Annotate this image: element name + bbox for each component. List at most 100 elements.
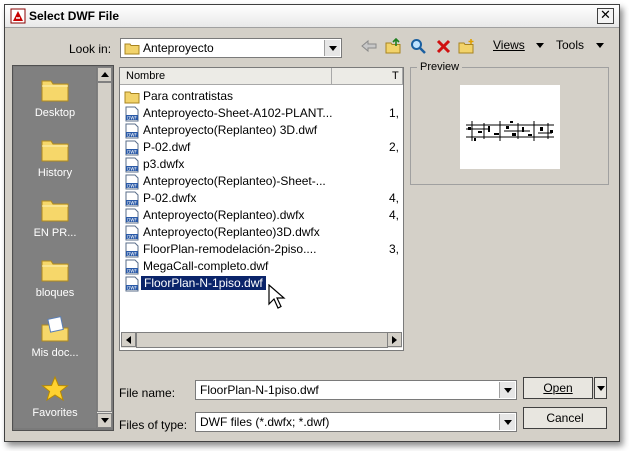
file-name: FloorPlan-remodelación-2piso.... <box>143 242 317 256</box>
look-in-label: Look in: <box>69 42 112 56</box>
file-name-input[interactable]: FloorPlan-N-1piso.dwf <box>195 380 517 400</box>
scroll-up-button[interactable] <box>97 67 112 82</box>
file-row[interactable]: DWF Anteproyecto(Replanteo).dwfx 4, <box>124 207 399 224</box>
close-button[interactable]: ✕ <box>597 8 614 24</box>
places-list: Desktop History EN PR... bloques Mis doc… <box>14 67 96 428</box>
place-mis-documentos[interactable]: Mis doc... <box>14 309 96 367</box>
dwf-file-icon: DWF <box>125 140 139 156</box>
tools-chevron-down-icon[interactable] <box>596 43 604 48</box>
place-label: Favorites <box>32 407 78 419</box>
place-bloques[interactable]: bloques <box>14 249 96 307</box>
select-dwf-dialog: Select DWF File ✕ Look in: Anteproyecto … <box>4 4 620 442</box>
file-name: Anteproyecto(Replanteo) 3D.dwf <box>143 123 318 137</box>
svg-text:DWF: DWF <box>127 166 137 171</box>
preview-label: Preview <box>417 61 463 73</box>
scroll-down-button[interactable] <box>97 413 112 428</box>
cancel-button[interactable]: Cancel <box>523 407 607 429</box>
svg-text:DWF: DWF <box>127 149 137 154</box>
look-in-dropdown[interactable]: Anteproyecto <box>120 38 342 58</box>
back-button[interactable] <box>360 37 378 55</box>
views-chevron-down-icon[interactable] <box>536 43 544 48</box>
scroll-thumb[interactable] <box>97 82 112 412</box>
place-desktop[interactable]: Desktop <box>14 69 96 127</box>
chevron-down-icon <box>328 45 337 51</box>
folder-row[interactable]: Para contratistas <box>124 88 394 105</box>
folder-icon <box>124 91 140 104</box>
window-title: Select DWF File <box>29 9 120 23</box>
file-type-dropdown[interactable]: DWF files (*.dwfx; *.dwf) <box>195 412 517 432</box>
file-row[interactable]: DWF Anteproyecto(Replanteo)3D.dwfx <box>124 224 394 241</box>
file-name-arrow[interactable] <box>499 382 515 398</box>
column-header-name[interactable]: Nombre <box>120 68 332 85</box>
place-label: EN PR... <box>33 227 77 239</box>
svg-text:DWF: DWF <box>127 285 137 290</box>
new-folder-icon <box>458 39 474 54</box>
file-type-arrow[interactable] <box>499 414 515 430</box>
floorplan-preview-image <box>466 121 554 141</box>
file-list-hscrollbar[interactable] <box>121 332 402 348</box>
tools-menu[interactable]: Tools <box>556 38 584 52</box>
scroll-right-button[interactable] <box>387 332 402 347</box>
dwf-file-icon: DWF <box>125 157 139 173</box>
file-row[interactable]: DWF Anteproyecto(Replanteo) 3D.dwf <box>124 122 394 139</box>
file-row[interactable]: DWF MegaCall-completo.dwf <box>124 258 394 275</box>
history-folder-icon <box>41 140 69 162</box>
open-options-button[interactable] <box>594 377 607 399</box>
new-folder-button[interactable] <box>458 37 476 55</box>
file-name-label: File name: <box>119 386 176 400</box>
file-row[interactable]: DWF FloorPlan-remodelación-2piso.... 3, <box>124 241 399 258</box>
up-folder-button[interactable] <box>385 37 403 55</box>
chevron-left-icon <box>126 335 131 344</box>
file-size: 3, <box>389 242 400 256</box>
delete-button[interactable] <box>434 37 452 55</box>
places-scrollbar[interactable] <box>97 67 112 428</box>
search-web-button[interactable] <box>409 37 427 55</box>
scroll-left-button[interactable] <box>121 332 136 347</box>
place-label: bloques <box>35 287 75 299</box>
file-row[interactable]: DWF Anteproyecto(Replanteo)-Sheet-... <box>124 173 394 190</box>
chevron-up-icon <box>100 72 109 77</box>
file-row[interactable]: DWF P-02.dwf 2, <box>124 139 399 156</box>
file-name-value: FloorPlan-N-1piso.dwf <box>200 383 319 397</box>
open-button[interactable]: Open <box>523 377 593 399</box>
look-in-arrow[interactable] <box>324 40 340 56</box>
preview-thumbnail <box>460 85 560 169</box>
hscroll-thumb[interactable] <box>136 332 388 348</box>
file-row[interactable]: DWF FloorPlan-N-1piso.dwf <box>124 275 394 292</box>
chevron-down-icon <box>503 387 512 393</box>
file-row[interactable]: DWF P-02.dwfx 4, <box>124 190 399 207</box>
favorites-star-icon <box>41 375 69 402</box>
file-type-value: DWF files (*.dwfx; *.dwf) <box>200 415 330 429</box>
file-name: Anteproyecto-Sheet-A102-PLANT... <box>143 106 333 120</box>
place-favorites[interactable]: Favorites <box>14 369 96 427</box>
file-type-label: Files of type: <box>119 418 188 432</box>
place-label: History <box>37 167 73 179</box>
file-row[interactable]: DWF p3.dwfx <box>124 156 394 173</box>
file-name: p3.dwfx <box>143 157 185 171</box>
dwf-file-icon: DWF <box>125 225 139 241</box>
documents-folder-icon <box>41 316 69 342</box>
svg-text:DWF: DWF <box>127 115 137 120</box>
column-header-type[interactable]: T <box>332 68 403 85</box>
svg-text:DWF: DWF <box>127 183 137 188</box>
desktop-folder-icon <box>41 80 69 102</box>
title-bar[interactable]: Select DWF File ✕ <box>5 5 619 28</box>
file-size: 2, <box>389 140 400 154</box>
place-history[interactable]: History <box>14 129 96 187</box>
project-folder-icon <box>41 200 69 222</box>
svg-text:DWF: DWF <box>127 234 137 239</box>
search-icon <box>411 39 426 54</box>
folder-icon <box>124 43 140 55</box>
dwf-file-icon: DWF <box>125 259 139 275</box>
file-list[interactable]: Nombre T Para contratistas DWF Anteproyect… <box>119 67 404 351</box>
file-size: 1, <box>389 106 400 120</box>
back-arrow-icon <box>361 39 377 53</box>
autocad-app-icon <box>10 8 26 24</box>
views-menu[interactable]: Views <box>493 38 525 52</box>
place-en-pr[interactable]: EN PR... <box>14 189 96 247</box>
file-name: MegaCall-completo.dwf <box>143 259 269 273</box>
file-row[interactable]: DWF Anteproyecto-Sheet-A102-PLANT... 1, <box>124 105 399 122</box>
up-folder-icon <box>385 38 401 54</box>
chevron-down-icon <box>596 385 605 391</box>
svg-text:DWF: DWF <box>127 251 137 256</box>
